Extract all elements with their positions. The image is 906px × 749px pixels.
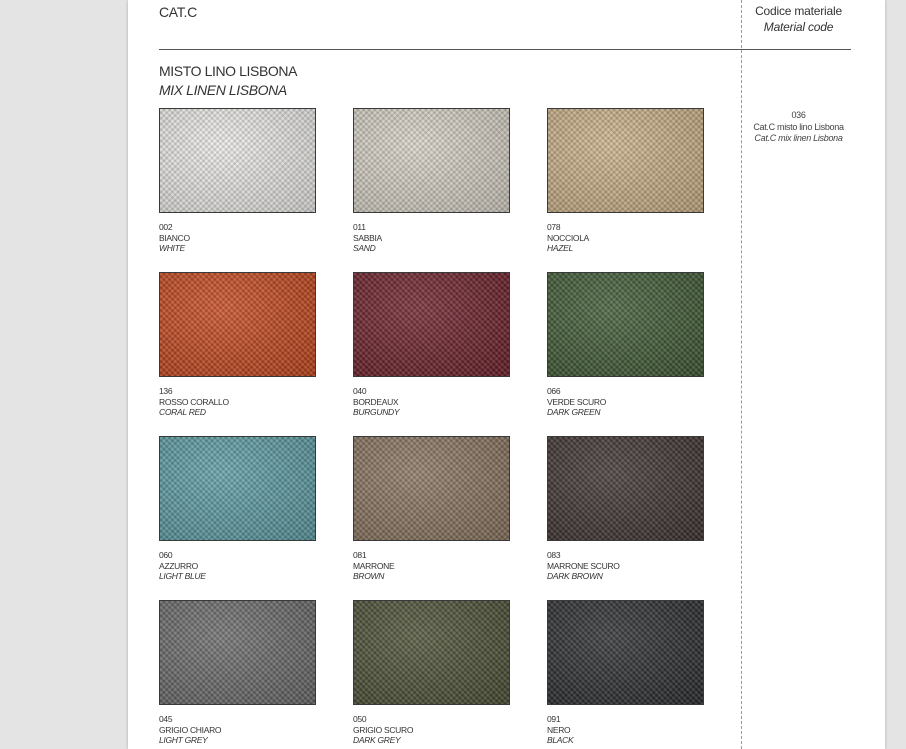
fabric-swatch: 040 BORDEAUX BURGUNDY [353,272,510,417]
material-code-desc-en: Cat.C mix linen Lisbona [754,133,843,143]
code-title: Codice materiale [755,4,842,18]
swatch-shading [354,437,509,540]
fabric-title: MISTO LINO LISBONA MIX LINEN LISBONA [159,62,297,100]
material-code-desc: Cat.C misto lino Lisbona [753,121,844,132]
swatch-image [547,108,704,213]
document-viewer[interactable]: CAT.C Codice materiale Material code MIS… [0,0,906,749]
swatch-caption: 091 NERO BLACK [547,714,727,746]
swatch-image [547,600,704,705]
fabric-swatch: 045 GRIGIO CHIARO LIGHT GREY [159,600,316,745]
swatch-code: 011 [353,222,366,232]
swatch-name-en: WHITE [159,243,185,253]
swatch-code: 060 [159,550,173,560]
swatch-name: BIANCO [159,232,190,243]
swatch-name-en: SAND [353,243,376,253]
swatch-code: 091 [547,714,561,724]
catalog-page: CAT.C Codice materiale Material code MIS… [128,0,885,749]
swatch-name-en: BURGUNDY [353,407,400,417]
swatch-caption: 083 MARRONE SCURO DARK BROWN [547,550,727,582]
swatch-name-en: DARK GREY [353,735,401,745]
fabric-swatch: 136 ROSSO CORALLO CORAL RED [159,272,316,417]
swatch-image [159,108,316,213]
fabric-swatch: 081 MARRONE BROWN [353,436,510,581]
fabric-swatch: 060 AZZURRO LIGHT BLUE [159,436,316,581]
swatch-caption: 136 ROSSO CORALLO CORAL RED [159,386,339,418]
swatch-caption: 081 MARRONE BROWN [353,550,533,582]
swatch-name-en: HAZEL [547,243,573,253]
swatch-shading [354,273,509,376]
swatch-image [547,436,704,541]
material-code-entry: 036 Cat.C misto lino Lisbona Cat.C mix l… [742,110,855,145]
fabric-swatch: 083 MARRONE SCURO DARK BROWN [547,436,704,581]
swatch-caption: 040 BORDEAUX BURGUNDY [353,386,533,418]
fabric-name: MISTO LINO LISBONA [159,63,298,79]
swatch-image [547,272,704,377]
swatch-name-en: BROWN [353,571,385,581]
swatch-caption: 060 AZZURRO LIGHT BLUE [159,550,339,582]
code-title-en: Material code [763,20,834,34]
swatch-code: 078 [547,222,561,232]
swatch-name-en: BLACK [547,735,574,745]
swatch-shading [548,273,703,376]
material-code-header: Codice materiale Material code [742,3,855,35]
fabric-swatch: 066 VERDE SCURO DARK GREEN [547,272,704,417]
swatch-code: 040 [353,386,367,396]
fabric-name-en: MIX LINEN LISBONA [159,82,287,98]
fabric-swatch: 078 NOCCIOLA HAZEL [547,108,704,253]
swatch-name-en: CORAL RED [159,407,206,417]
swatch-name: GRIGIO SCURO [353,724,414,735]
swatch-name: VERDE SCURO [547,396,607,407]
swatch-name: SABBIA [353,232,382,243]
swatch-image [159,272,316,377]
swatch-caption: 050 GRIGIO SCURO DARK GREY [353,714,533,746]
swatch-caption: 002 BIANCO WHITE [159,222,339,254]
swatch-caption: 078 NOCCIOLA HAZEL [547,222,727,254]
swatch-name: MARRONE [353,560,395,571]
fabric-swatch: 002 BIANCO WHITE [159,108,316,253]
swatch-name-en: DARK GREEN [547,407,601,417]
swatch-image [353,272,510,377]
swatch-shading [354,109,509,212]
swatch-name: BORDEAUX [353,396,399,407]
swatch-name: MARRONE SCURO [547,560,620,571]
material-code-number: 036 [791,110,806,120]
swatch-shading [548,109,703,212]
swatch-name: NOCCIOLA [547,232,589,243]
fabric-swatch: 050 GRIGIO SCURO DARK GREY [353,600,510,745]
swatch-name: ROSSO CORALLO [159,396,229,407]
swatch-shading [548,437,703,540]
swatch-name-en: LIGHT GREY [159,735,208,745]
fabric-swatch: 091 NERO BLACK [547,600,704,745]
swatch-code: 002 [159,222,173,232]
swatch-image [159,600,316,705]
swatch-caption: 011 SABBIA SAND [353,222,533,254]
header-divider [159,49,851,50]
swatch-shading [160,109,315,212]
swatch-name-en: DARK BROWN [547,571,603,581]
swatch-shading [548,601,703,704]
swatch-name-en: LIGHT BLUE [159,571,206,581]
swatch-shading [160,601,315,704]
fabric-swatch: 011 SABBIA SAND [353,108,510,253]
swatch-code: 050 [353,714,367,724]
swatch-shading [160,437,315,540]
swatch-code: 045 [159,714,173,724]
swatch-name: NERO [547,724,571,735]
swatch-code: 081 [353,550,367,560]
swatch-shading [160,273,315,376]
swatch-name: AZZURRO [159,560,198,571]
swatch-caption: 045 GRIGIO CHIARO LIGHT GREY [159,714,339,746]
swatch-caption: 066 VERDE SCURO DARK GREEN [547,386,727,418]
swatch-name: GRIGIO CHIARO [159,724,222,735]
category-label: CAT.C [159,4,197,20]
swatch-code: 066 [547,386,561,396]
swatch-code: 136 [159,386,173,396]
swatch-image [159,436,316,541]
swatch-image [353,108,510,213]
swatch-shading [354,601,509,704]
swatch-image [353,600,510,705]
swatch-image [353,436,510,541]
swatch-code: 083 [547,550,561,560]
